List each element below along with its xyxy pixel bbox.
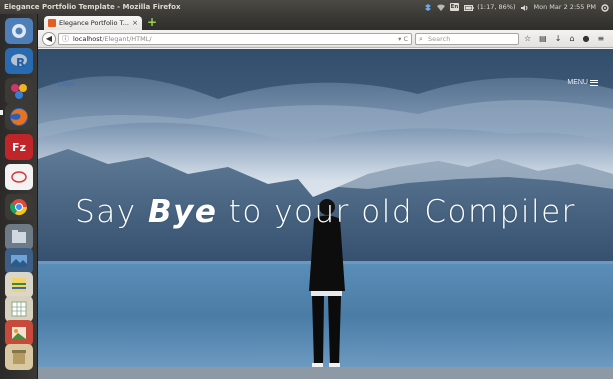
hero-heading-emphasis: Bye: [147, 194, 218, 230]
web-page: Logo MENU Say Bye to your old Compiler: [38, 49, 613, 379]
tab-elegance-portfolio[interactable]: Elegance Portfolio T... ×: [44, 16, 142, 30]
files-icon[interactable]: [5, 224, 33, 250]
firefox-running-pip: [0, 110, 3, 115]
battery-icon[interactable]: [464, 3, 474, 11]
hamburger-icon: [590, 79, 598, 86]
navigation-toolbar: ◀ ⓘ localhost/Elegant/HTML/ ▾ C ⌕ Search…: [38, 30, 613, 48]
new-tab-button[interactable]: +: [146, 16, 158, 28]
keyboard-layout-badge[interactable]: En: [449, 3, 460, 11]
indicators: En (1:17, 86%) Mon Mar 2 2:55 PM: [424, 0, 613, 14]
r-icon[interactable]: R: [5, 48, 33, 74]
image-viewer-icon[interactable]: [5, 320, 33, 346]
top-panel: Elegance Portfolio Template - Mozilla Fi…: [0, 0, 613, 14]
home-icon[interactable]: ⌂: [569, 33, 574, 45]
trash-icon[interactable]: [5, 344, 33, 370]
volume-icon[interactable]: [520, 3, 529, 11]
tab-strip: Elegance Portfolio T... × +: [38, 14, 613, 30]
text-editor-icon[interactable]: [5, 164, 33, 190]
menu-button[interactable]: MENU: [567, 79, 598, 86]
site-info-icon[interactable]: ⓘ: [62, 34, 69, 44]
hero-heading-after: to your old Compiler: [217, 194, 576, 230]
unity-launcher: R Fz: [0, 14, 38, 379]
workspace-icon[interactable]: [5, 248, 33, 274]
hamburger-menu-icon[interactable]: ≡: [598, 33, 605, 45]
spreadsheet-icon[interactable]: [5, 296, 33, 322]
clock[interactable]: Mon Mar 2 2:55 PM: [534, 0, 597, 14]
search-icon: ⌕: [419, 35, 423, 43]
wifi-icon[interactable]: [436, 3, 445, 11]
logo-link[interactable]: Logo: [58, 79, 75, 88]
url-path: /Elegant/HTML/: [102, 35, 152, 43]
url-host: localhost: [73, 35, 103, 43]
downloads-icon[interactable]: ↓: [555, 33, 562, 45]
search-placeholder: Search: [428, 35, 451, 43]
tab-title: Elegance Portfolio T...: [59, 19, 129, 27]
battery-status: (1:17, 86%): [477, 3, 516, 11]
firefox-window: Elegance Portfolio T... × + ◀ ⓘ localhos…: [38, 14, 613, 379]
back-button[interactable]: ◀: [42, 32, 56, 46]
back-arrow-icon: ◀: [45, 34, 53, 43]
filezilla-icon[interactable]: Fz: [5, 134, 33, 160]
hero-heading-before: Say: [75, 194, 148, 230]
chrome-icon[interactable]: [5, 194, 33, 220]
hero-heading: Say Bye to your old Compiler: [38, 194, 613, 230]
tab-close-icon[interactable]: ×: [132, 19, 138, 27]
reload-icon[interactable]: ▾ C: [398, 34, 408, 44]
menu-label: MENU: [567, 79, 588, 86]
dash-icon[interactable]: [5, 18, 33, 44]
svg-text:R: R: [16, 56, 25, 70]
reading-list-icon[interactable]: ▤: [539, 33, 547, 45]
dropbox-icon[interactable]: [424, 3, 432, 11]
tab-favicon-icon: [48, 19, 56, 27]
pocket-icon[interactable]: ●: [583, 33, 590, 45]
firefox-icon[interactable]: [5, 104, 33, 130]
power-gear-icon[interactable]: [601, 3, 609, 12]
libreoffice-icon[interactable]: [5, 78, 33, 104]
window-title: Elegance Portfolio Template - Mozilla Fi…: [4, 3, 181, 11]
archive-icon[interactable]: [5, 272, 33, 298]
url-bar[interactable]: ⓘ localhost/Elegant/HTML/ ▾ C: [58, 33, 412, 45]
search-input[interactable]: ⌕ Search: [415, 33, 519, 45]
bookmark-star-icon[interactable]: ☆: [524, 33, 531, 45]
toolbar-icons: ☆ ▤ ↓ ⌂ ● ≡: [524, 33, 604, 45]
